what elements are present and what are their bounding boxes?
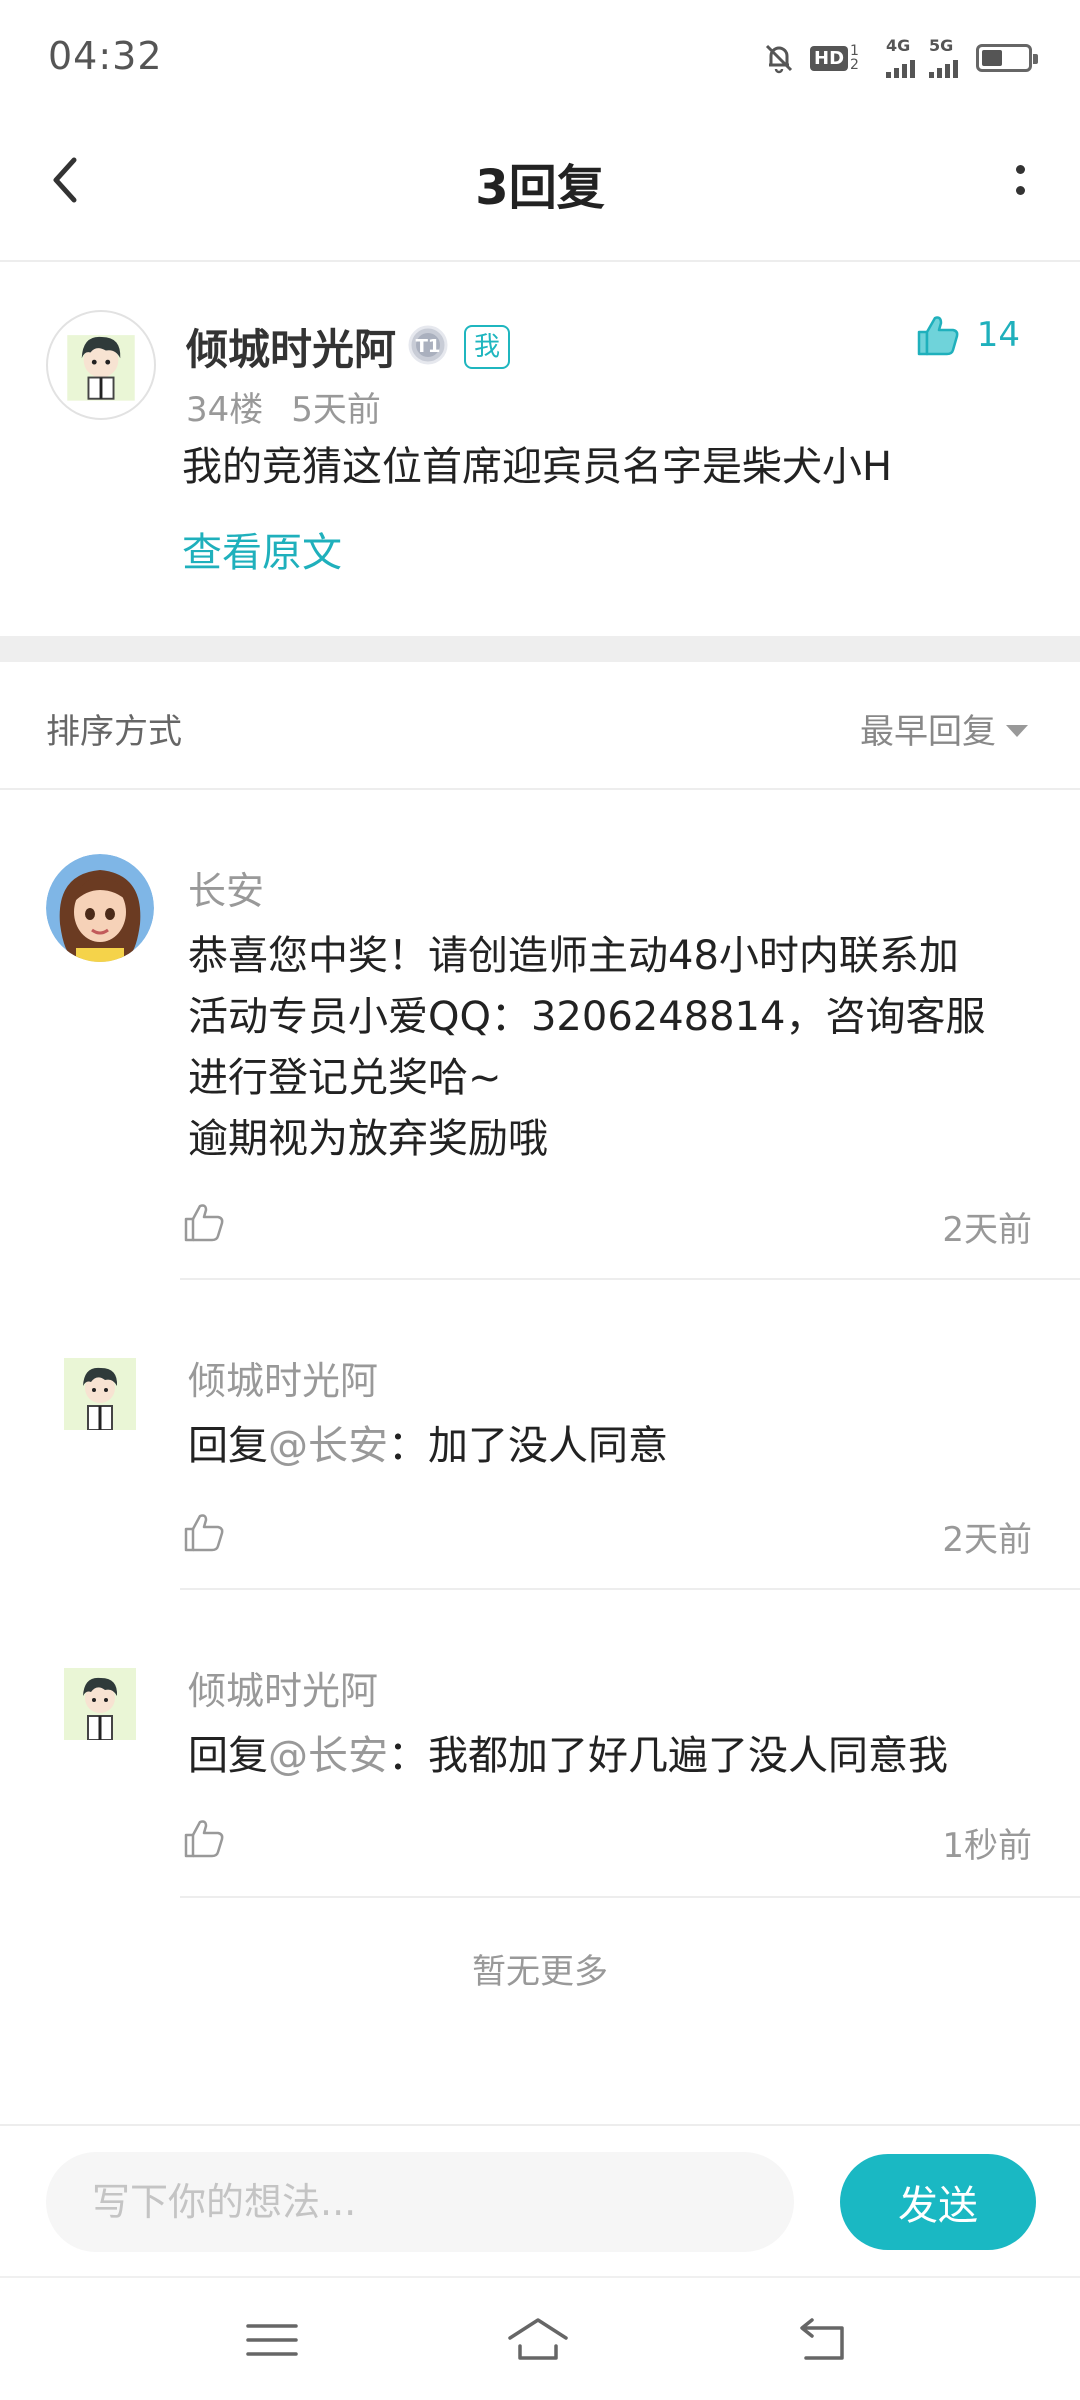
avatar-anime-boy-icon [67,335,135,401]
level-badge-text: T1 [416,336,441,357]
sort-row: 排序方式 最早回复 [0,662,1080,790]
reply-mention[interactable]: @长安 [268,1423,388,1469]
reply-avatar[interactable] [64,1358,136,1430]
avatar[interactable] [46,310,156,420]
reply-username[interactable]: 倾城时光阿 [188,1350,378,1405]
signal-5g-icon: 5G [929,38,958,78]
hd-voice-icon: HD 1 2 [810,41,872,75]
me-badge: 我 [464,324,511,369]
reply-like-button[interactable] [182,1200,226,1244]
reply-text: 回复@长安：加了没人同意 [188,1416,1034,1477]
avatar-girl-icon [46,854,154,962]
caret-down-icon [1006,724,1028,737]
thumbs-up-icon [184,1820,224,1858]
post-content: 我的竞猜这位首席迎宾员名字是柴犬小H [182,444,893,490]
more-vertical-icon [1015,165,1025,174]
nav-home-button[interactable] [506,2308,570,2372]
like-button[interactable]: 14 [915,312,1020,358]
section-divider [0,636,1080,662]
reply-prefix: 回复 [188,1423,268,1469]
thumbs-up-icon [184,1204,224,1242]
reply-like-button[interactable] [182,1510,226,1554]
view-original-link[interactable]: 查看原文 [182,520,342,578]
level-badge-icon: T1 [406,323,454,371]
reply-avatar[interactable] [46,854,154,962]
comment-input[interactable] [46,2152,794,2252]
header-bar: 3回复 [0,110,1080,262]
thumbs-up-icon [184,1514,224,1552]
post-meta: 34楼 5天前 [186,382,381,431]
reply-item: 长安 恭喜您中奖！请创造师主动48小时内联系加 活动专员小爱QQ：3206248… [0,790,1080,1280]
more-button[interactable] [990,150,1050,210]
reply-username[interactable]: 倾城时光阿 [188,1660,378,1715]
system-nav-bar [0,2276,1080,2400]
reply-avatar[interactable] [64,1668,136,1740]
sort-dropdown[interactable]: 最早回复 [860,704,1028,753]
reply-body: ：加了没人同意 [388,1423,668,1469]
main-post: 倾城时光阿 T1 我 34楼 5天前 我的竞猜这位首席迎宾员名字是柴犬小H 查看… [0,264,1080,636]
hd-sub1: 1 [850,43,859,59]
menu-icon [246,2324,298,2356]
reply-text: 回复@长安：我都加了好几遍了没人同意我 [188,1726,1034,1787]
return-arrow-icon [800,2318,844,2360]
nav-back-button[interactable] [790,2308,854,2372]
reply-mention[interactable]: @长安 [268,1733,388,1779]
hd-label: HD [810,45,849,71]
hd-sub2: 2 [850,57,859,73]
avatar-anime-boy-icon [64,1668,136,1740]
post-user-row: 倾城时光阿 T1 我 [186,316,511,377]
status-time: 04:32 [48,34,163,78]
reply-divider [180,1896,1080,1898]
post-floor: 34楼 [186,390,264,430]
reply-item: 倾城时光阿 回复@长安：我都加了好几遍了没人同意我 1秒前 [0,1590,1080,1900]
reply-body: ：我都加了好几遍了没人同意我 [388,1733,948,1779]
reply-line: 进行登记兑奖哈~ [188,1055,502,1101]
page-title: 3回复 [475,160,605,216]
avatar-anime-boy-icon [64,1358,136,1430]
status-bar: 04:32 HD 1 2 4G 5G [0,0,1080,110]
mute-bell-icon [762,41,796,75]
reply-prefix: 回复 [188,1733,268,1779]
battery-icon [976,44,1038,72]
sort-selected: 最早回复 [860,712,996,752]
sort-label: 排序方式 [46,712,182,752]
signal-4g-icon: 4G [886,38,915,78]
nav-menu-button[interactable] [240,2308,304,2372]
battery-fill [982,50,1002,66]
no-more-text: 暂无更多 [472,1952,608,1992]
home-icon [508,2318,568,2360]
reply-like-button[interactable] [182,1816,226,1860]
reply-username[interactable]: 长安 [188,860,264,915]
reply-time: 2天前 [942,1520,1032,1560]
thumbs-up-filled-icon [917,316,959,356]
comment-input-bar: 发送 [0,2124,1080,2274]
reply-line: 活动专员小爱QQ：3206248814，咨询客服 [188,994,986,1040]
reply-item: 倾城时光阿 回复@长安：加了没人同意 2天前 [0,1280,1080,1590]
like-count: 14 [976,315,1020,355]
post-time: 5天前 [291,390,381,430]
post-username[interactable]: 倾城时光阿 [186,316,396,377]
reply-time: 1秒前 [942,1826,1032,1866]
reply-text: 恭喜您中奖！请创造师主动48小时内联系加 活动专员小爱QQ：3206248814… [188,926,1034,1170]
net2-label: 5G [929,36,954,55]
status-icons: HD 1 2 4G 5G [762,38,1038,78]
net1-label: 4G [886,36,911,55]
reply-line: 逾期视为放弃奖励哦 [188,1116,548,1162]
send-button[interactable]: 发送 [840,2154,1036,2250]
reply-line: 恭喜您中奖！请创造师主动48小时内联系加 [188,933,959,979]
reply-time: 2天前 [942,1210,1032,1250]
